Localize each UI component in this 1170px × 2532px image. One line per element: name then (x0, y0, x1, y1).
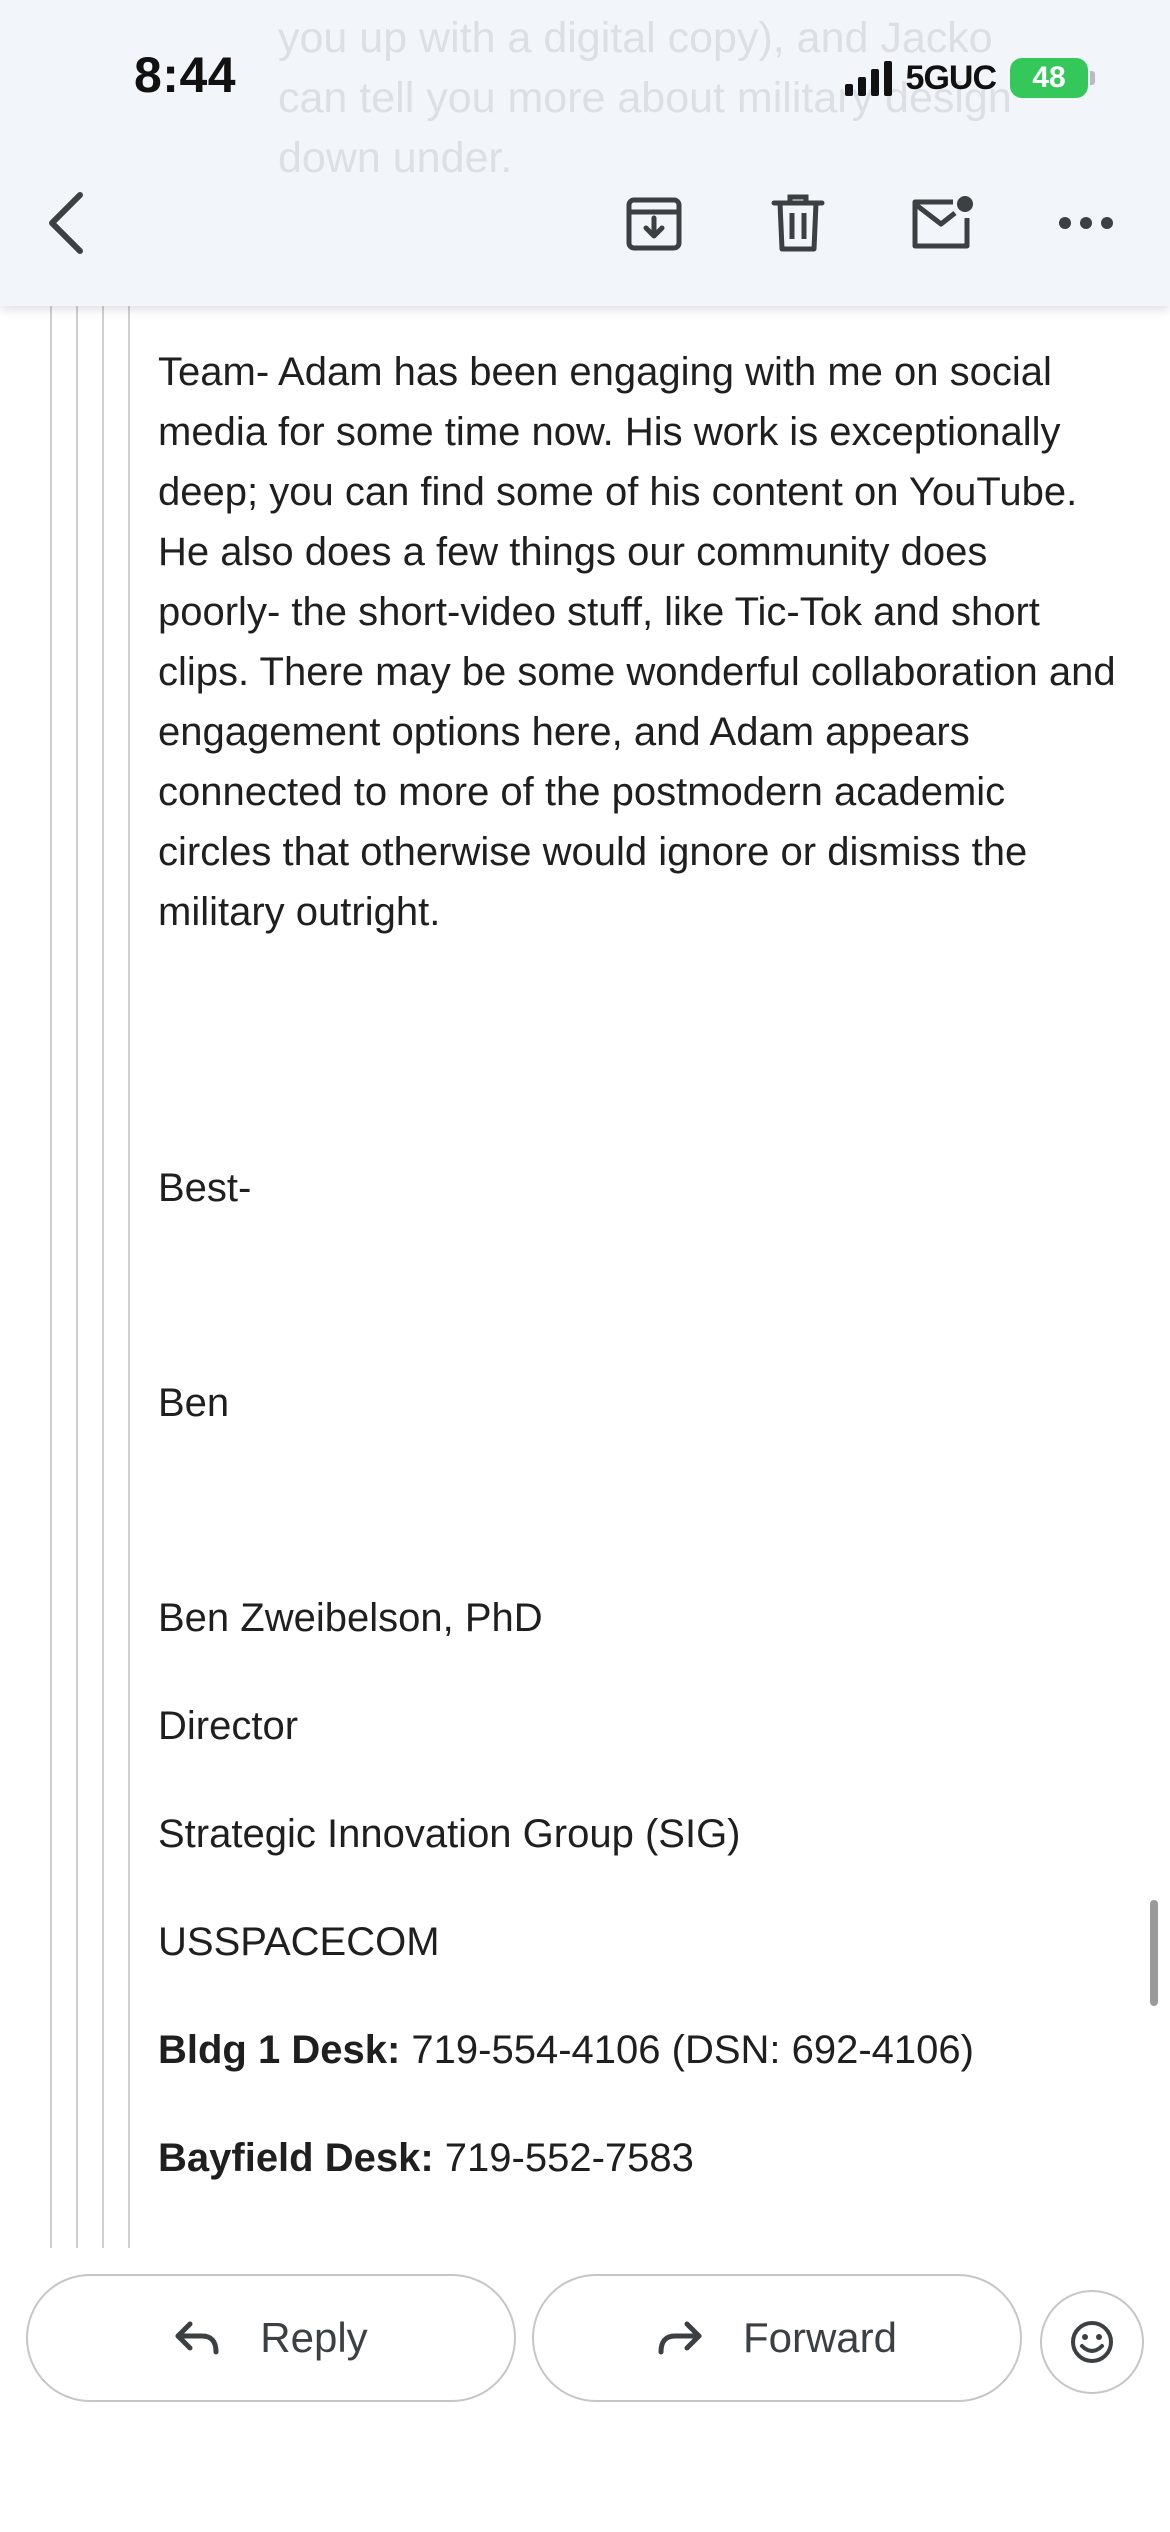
sender-first-name: Ben (158, 1381, 230, 1425)
reply-button[interactable]: Reply (26, 2274, 516, 2402)
more-horizontal-icon (1059, 217, 1113, 229)
status-indicators: 5GUC 48 (844, 56, 1095, 100)
trash-icon (771, 194, 825, 252)
network-type: 5GUC (905, 58, 997, 97)
bldg-desk-number[interactable]: 719-554-4106 (DSN: 692-4106) (400, 2028, 974, 2072)
battery-indicator: 48 (1010, 58, 1095, 98)
forward-label: Forward (742, 2314, 898, 2361)
bayfield-desk-number[interactable]: 719-552-7583 (434, 2136, 694, 2180)
mark-unread-button[interactable] (902, 178, 982, 268)
reply-label: Reply (260, 2314, 368, 2361)
status-time: 8:44 (134, 47, 237, 103)
battery-level: 48 (1032, 61, 1066, 94)
app-header: you up with a digital copy), and Jacko c… (0, 0, 1170, 306)
quote-line (76, 306, 78, 2248)
smiley-icon (1071, 2321, 1113, 2363)
signature-title: Director (158, 1704, 299, 1748)
archive-icon (626, 197, 682, 251)
reply-icon (175, 2321, 219, 2355)
signature-bayfield-phone: Bayfield Desk: 719-552-7583 (158, 2133, 694, 2183)
emoji-reaction-button[interactable] (1040, 2290, 1144, 2394)
forward-icon (658, 2321, 702, 2355)
bayfield-desk-label: Bayfield Desk: (158, 2136, 434, 2180)
back-button[interactable] (26, 178, 106, 268)
signature-bldg-phone: Bldg 1 Desk: 719-554-4106 (DSN: 692-4106… (158, 2025, 974, 2075)
cellular-signal-icon (844, 60, 892, 96)
closing-text: Best- (158, 1166, 252, 1210)
forward-button[interactable]: Forward (532, 2274, 1022, 2402)
signature-org: USSPACECOM (158, 1920, 440, 1964)
scrollbar-thumb[interactable] (1150, 1900, 1158, 2006)
email-paragraph: Team- Adam has been engaging with me on … (158, 350, 1116, 934)
signature-name: Ben Zweibelson, PhD (158, 1596, 543, 1640)
quote-line (102, 306, 104, 2248)
chevron-left-icon (49, 192, 83, 254)
delete-button[interactable] (758, 178, 838, 268)
mail-unread-icon (912, 196, 973, 249)
signature-group: Strategic Innovation Group (SIG) (158, 1812, 741, 1856)
more-options-button[interactable] (1046, 178, 1126, 268)
bldg-desk-label: Bldg 1 Desk: (158, 2028, 401, 2072)
quote-line (128, 306, 130, 2248)
archive-button[interactable] (614, 178, 694, 268)
quote-line (50, 306, 52, 2248)
